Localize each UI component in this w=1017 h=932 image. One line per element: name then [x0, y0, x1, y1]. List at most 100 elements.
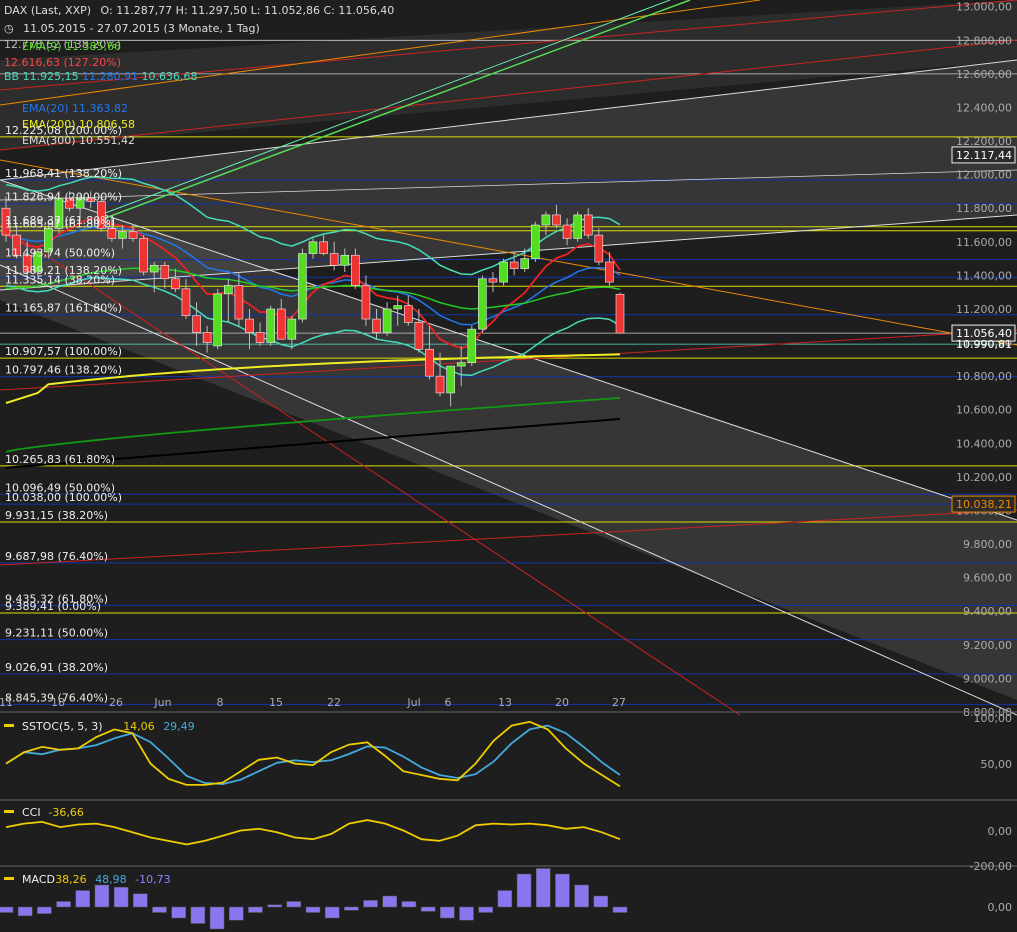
candle-body [552, 214, 561, 226]
candle-body [308, 241, 318, 254]
candle[interactable] [615, 292, 625, 334]
macd-bar [536, 868, 551, 908]
macd-bar [17, 906, 33, 917]
candle-body [605, 261, 614, 283]
candle-body [128, 231, 138, 239]
candle-body [509, 261, 519, 269]
macd-bar [459, 906, 474, 921]
candle-body [435, 375, 445, 394]
price-tag-text: 10.038,21 [956, 498, 1012, 511]
fib-level-label: 9.687,98 (76.40%) [5, 550, 108, 563]
candle[interactable] [298, 248, 307, 323]
candle[interactable] [139, 235, 148, 276]
candle-body [266, 308, 275, 343]
indicator-axis-label: 0,00 [988, 901, 1013, 914]
fib-level-label: 10.265,83 (61.80%) [5, 453, 115, 466]
date-axis-label: 22 [327, 696, 341, 709]
indicator-value: 29,49 [163, 720, 195, 733]
candle[interactable] [478, 275, 487, 333]
macd-bar [229, 906, 244, 921]
candle-body [382, 308, 392, 333]
price-axis-label: 12.800,00 [956, 34, 1012, 47]
candle[interactable] [467, 325, 477, 367]
candle-body [583, 214, 593, 236]
price-axis-label: 12.600,00 [956, 68, 1012, 81]
candle[interactable] [531, 221, 540, 262]
candle-body [149, 265, 159, 273]
chart-range: ◷ 11.05.2015 - 27.07.2015 (3 Monate, 1 T… [4, 22, 266, 35]
candle-body [202, 332, 212, 343]
candle-body [456, 362, 466, 367]
macd-bar [37, 906, 52, 914]
date-range: 11.05.2015 - 27.07.2015 (3 Monate, 1 Tag… [23, 22, 260, 35]
date-axis-label: 13 [498, 696, 512, 709]
indicator-swatch [4, 724, 14, 727]
macd-bar [171, 906, 186, 919]
fib-level-label: 9.389,41 (0.00%) [5, 600, 101, 613]
date-axis-label: 11 [0, 696, 13, 709]
macd-bar [593, 895, 609, 908]
price-tag-text: 10.990,81 [956, 338, 1012, 351]
indicator-value: -36,66 [48, 806, 83, 819]
indicator-value: SSTOC(5, 5, 3) [22, 720, 103, 733]
price-axis-label: 11.800,00 [956, 202, 1012, 215]
candle-body [245, 318, 254, 333]
legend-ema9: EMA(9) 11.385,66 [22, 40, 122, 53]
candle-body [255, 332, 265, 343]
candle-body [499, 261, 508, 283]
price-tag-text: 12.117,44 [956, 149, 1012, 162]
macd-bar [324, 906, 340, 919]
legend-ema20: EMA(20) 11.363,82 [22, 102, 129, 115]
indicator-value: 38,26 [55, 873, 86, 886]
legend-ema200: EMA(200) 10.806,58 [22, 118, 136, 131]
price-axis-label: 10.200,00 [956, 471, 1012, 484]
price-axis-label: 9.800,00 [963, 538, 1012, 551]
candle-body [615, 293, 625, 334]
macd-bar [190, 906, 206, 924]
candle-body [234, 285, 244, 320]
indicator-value: -10,73 [135, 873, 170, 886]
macd-bar [574, 884, 589, 908]
candle[interactable] [499, 258, 508, 286]
macd-bar [478, 906, 493, 913]
macd-bar [555, 873, 570, 908]
date-axis-label: 18 [51, 696, 65, 709]
macd-bar [152, 906, 167, 913]
macd-bar [0, 906, 14, 913]
price-axis-label: 9.000,00 [963, 672, 1012, 685]
candle-body [160, 265, 170, 280]
date-axis-label: 26 [109, 696, 123, 709]
date-axis-label: 8 [217, 696, 224, 709]
candle-body [298, 253, 307, 320]
indicator-axis-label: 100,00 [974, 712, 1013, 725]
macd-bar [440, 906, 455, 919]
fib-level-label: 11.165,87 (161.80%) [5, 302, 122, 315]
price-axis-label: 10.800,00 [956, 370, 1012, 383]
legend-ema300: EMA(300) 10.551,42 [22, 134, 136, 147]
candle-body [329, 253, 339, 266]
instrument-label: DAX (Last, XXP) [4, 4, 92, 17]
candle-body [403, 305, 413, 323]
fib-level-label: 10.907,57 (100.00%) [5, 345, 122, 358]
macd-bar [344, 906, 359, 911]
candle-body [213, 293, 223, 347]
dax-chart[interactable]: 13.000,00 12.800,00 12.600,00 12.400,00 12.2… [0, 0, 1017, 932]
macd-bar [56, 901, 71, 908]
macd-bar [248, 906, 263, 913]
candle-body [224, 285, 233, 295]
macd-bar [286, 901, 302, 908]
candle-body [181, 288, 191, 316]
macd-bar [267, 904, 282, 908]
candle-body [319, 241, 328, 254]
date-axis-label: 27 [612, 696, 626, 709]
candle[interactable] [266, 305, 275, 346]
fib-level-label: 9.026,91 (38.20%) [5, 661, 108, 674]
price-axis-label: 11.200,00 [956, 303, 1012, 316]
candle-body [531, 224, 540, 259]
candle[interactable] [573, 211, 582, 242]
date-axis-label: 6 [445, 696, 452, 709]
legend-fib-red: 12.616,63 (127.20%) [4, 56, 122, 69]
candle[interactable] [213, 288, 223, 350]
bb-lower: 10.636,68 [141, 70, 198, 83]
macd-bar [113, 886, 129, 908]
